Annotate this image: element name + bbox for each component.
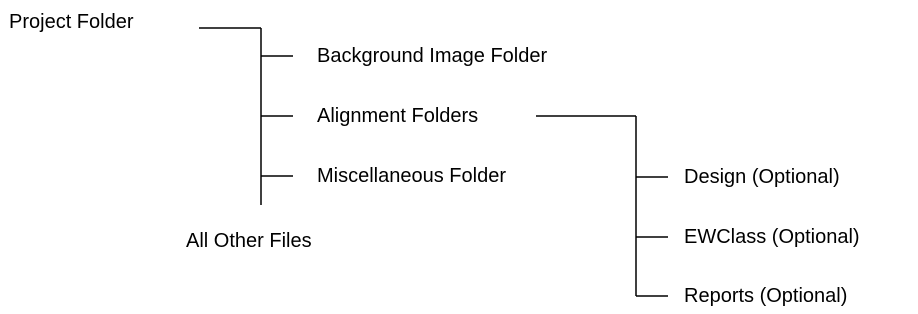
alignment-folders-label: Alignment Folders bbox=[317, 105, 479, 127]
reports-optional-label: Reports (Optional) bbox=[684, 285, 848, 307]
design-optional-label: Design (Optional) bbox=[684, 166, 840, 188]
folder-structure-diagram: Project Folder Background Image Folder A… bbox=[0, 0, 918, 314]
project-folder-label: Project Folder bbox=[9, 11, 134, 33]
miscellaneous-folder-label: Miscellaneous Folder bbox=[317, 165, 506, 187]
ewclass-optional-label: EWClass (Optional) bbox=[684, 226, 860, 248]
background-image-folder-label: Background Image Folder bbox=[317, 45, 548, 67]
all-other-files-label: All Other Files bbox=[186, 230, 312, 252]
